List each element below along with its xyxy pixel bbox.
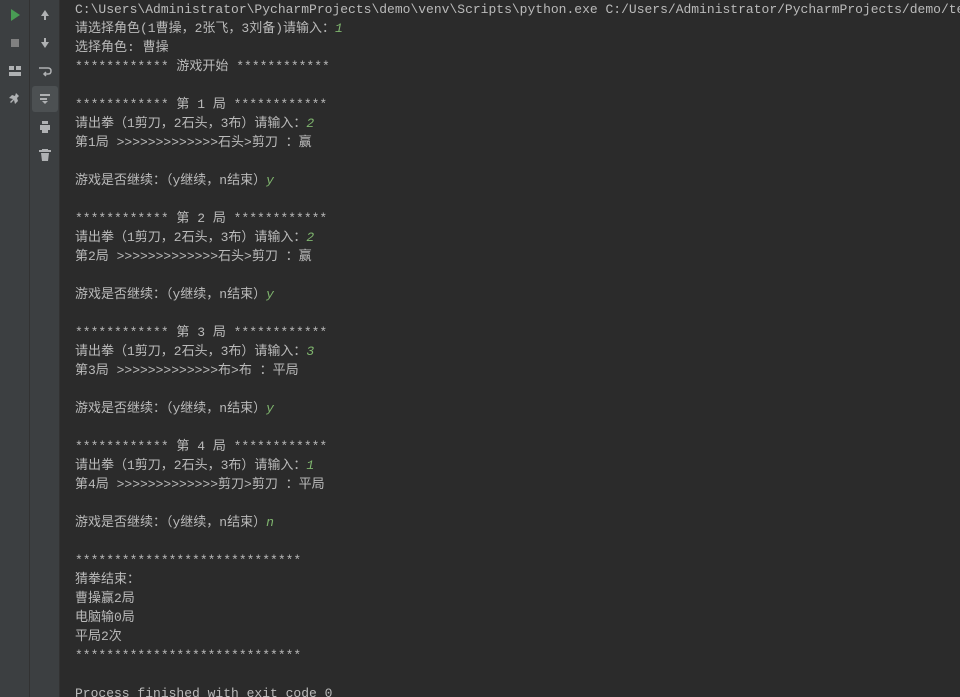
console-text: 电脑输0局 — [75, 610, 135, 625]
console-line: 请出拳（1剪刀，2石头，3布）请输入：2 — [75, 114, 950, 133]
console-text: 第2局 >>>>>>>>>>>>>石头>剪刀 ：赢 — [75, 249, 312, 264]
soft-wrap-button[interactable] — [32, 58, 58, 84]
console-line: 游戏是否继续：（y继续，n结束）y — [75, 399, 950, 418]
up-button[interactable] — [32, 2, 58, 28]
console-line: ************ 第 2 局 ************ — [75, 209, 950, 228]
down-arrow-icon — [37, 35, 53, 51]
console-line: 游戏是否继续：（y继续，n结束）n — [75, 513, 950, 532]
console-line: 平局2次 — [75, 627, 950, 646]
scroll-to-end-button[interactable] — [32, 86, 58, 112]
console-text: 请出拳（1剪刀，2石头，3布）请输入： — [75, 344, 306, 359]
console-text: 请出拳（1剪刀，2石头，3布）请输入： — [75, 116, 306, 131]
main-toolbar — [0, 0, 30, 697]
console-line: 第1局 >>>>>>>>>>>>>石头>剪刀 ：赢 — [75, 133, 950, 152]
user-input: 1 — [335, 21, 343, 36]
user-input: 1 — [306, 458, 314, 473]
print-icon — [37, 119, 53, 135]
console-line: 第4局 >>>>>>>>>>>>>剪刀>剪刀 ：平局 — [75, 475, 950, 494]
console-text: ************ 第 2 局 ************ — [75, 211, 327, 226]
console-line: 第2局 >>>>>>>>>>>>>石头>剪刀 ：赢 — [75, 247, 950, 266]
wrap-icon — [37, 63, 53, 79]
console-line: 第3局 >>>>>>>>>>>>>布>布 ：平局 — [75, 361, 950, 380]
console-line: Process finished with exit code 0 — [75, 684, 950, 697]
console-line — [75, 494, 950, 513]
user-input: 2 — [306, 116, 314, 131]
console-line: ***************************** — [75, 646, 950, 665]
scroll-end-icon — [37, 91, 53, 107]
console-text: ************ 第 4 局 ************ — [75, 439, 327, 454]
console-text: ************ 游戏开始 ************ — [75, 59, 330, 74]
secondary-toolbar — [30, 0, 60, 697]
console-text: 猜拳结束： — [75, 572, 140, 587]
console-line — [75, 380, 950, 399]
console-text: 游戏是否继续：（y继续，n结束） — [75, 401, 266, 416]
console-text: 平局2次 — [75, 629, 122, 644]
user-input: n — [266, 515, 274, 530]
console-line: 游戏是否继续：（y继续，n结束）y — [75, 285, 950, 304]
console-line: ************ 游戏开始 ************ — [75, 57, 950, 76]
console-text: 请出拳（1剪刀，2石头，3布）请输入： — [75, 458, 306, 473]
console-line: ************ 第 1 局 ************ — [75, 95, 950, 114]
console-line — [75, 418, 950, 437]
clear-button[interactable] — [32, 142, 58, 168]
console-line: 选择角色: 曹操 — [75, 38, 950, 57]
console-text: 请出拳（1剪刀，2石头，3布）请输入： — [75, 230, 306, 245]
console-text: ***************************** — [75, 553, 301, 568]
console-line: 请选择角色(1曹操，2张飞，3刘备)请输入：1 — [75, 19, 950, 38]
console-text: ************ 第 3 局 ************ — [75, 325, 327, 340]
console-text: ************ 第 1 局 ************ — [75, 97, 327, 112]
user-input: y — [266, 287, 274, 302]
down-button[interactable] — [32, 30, 58, 56]
console-line: 请出拳（1剪刀，2石头，3布）请输入：3 — [75, 342, 950, 361]
console-line — [75, 190, 950, 209]
user-input: 2 — [306, 230, 314, 245]
console-line — [75, 152, 950, 171]
console-text: 游戏是否继续：（y继续，n结束） — [75, 173, 266, 188]
stop-icon — [7, 35, 23, 51]
console-line: ************ 第 3 局 ************ — [75, 323, 950, 342]
print-button[interactable] — [32, 114, 58, 140]
console-text: C:\Users\Administrator\PycharmProjects\d… — [75, 2, 960, 17]
console-line: C:\Users\Administrator\PycharmProjects\d… — [75, 0, 950, 19]
console-line — [75, 532, 950, 551]
console-text: 游戏是否继续：（y继续，n结束） — [75, 515, 266, 530]
console-text: 第3局 >>>>>>>>>>>>>布>布 ：平局 — [75, 363, 299, 378]
console-text: 曹操赢2局 — [75, 591, 135, 606]
console-line: 猜拳结束： — [75, 570, 950, 589]
up-arrow-icon — [37, 7, 53, 23]
console-line — [75, 76, 950, 95]
play-icon — [7, 7, 23, 23]
console-text: Process finished with exit code 0 — [75, 686, 332, 697]
console-line — [75, 304, 950, 323]
run-button[interactable] — [2, 2, 28, 28]
console-text: 请选择角色(1曹操，2张飞，3刘备)请输入： — [75, 21, 335, 36]
console-line: 曹操赢2局 — [75, 589, 950, 608]
user-input: y — [266, 173, 274, 188]
console-text: 游戏是否继续：（y继续，n结束） — [75, 287, 266, 302]
console-line: ************ 第 4 局 ************ — [75, 437, 950, 456]
console-line: 电脑输0局 — [75, 608, 950, 627]
pin-button[interactable] — [2, 86, 28, 112]
pin-icon — [7, 91, 23, 107]
console-text: 第1局 >>>>>>>>>>>>>石头>剪刀 ：赢 — [75, 135, 312, 150]
trash-icon — [37, 147, 53, 163]
console-text: 选择角色: 曹操 — [75, 40, 169, 55]
console-line — [75, 665, 950, 684]
stop-button[interactable] — [2, 30, 28, 56]
user-input: y — [266, 401, 274, 416]
console-text: ***************************** — [75, 648, 301, 663]
console-line — [75, 266, 950, 285]
layout-button[interactable] — [2, 58, 28, 84]
console-output[interactable]: C:\Users\Administrator\PycharmProjects\d… — [60, 0, 960, 697]
console-line: ***************************** — [75, 551, 950, 570]
user-input: 3 — [306, 344, 314, 359]
console-line: 请出拳（1剪刀，2石头，3布）请输入：2 — [75, 228, 950, 247]
layout-icon — [7, 63, 23, 79]
console-text: 第4局 >>>>>>>>>>>>>剪刀>剪刀 ：平局 — [75, 477, 325, 492]
console-line: 游戏是否继续：（y继续，n结束）y — [75, 171, 950, 190]
console-line: 请出拳（1剪刀，2石头，3布）请输入：1 — [75, 456, 950, 475]
